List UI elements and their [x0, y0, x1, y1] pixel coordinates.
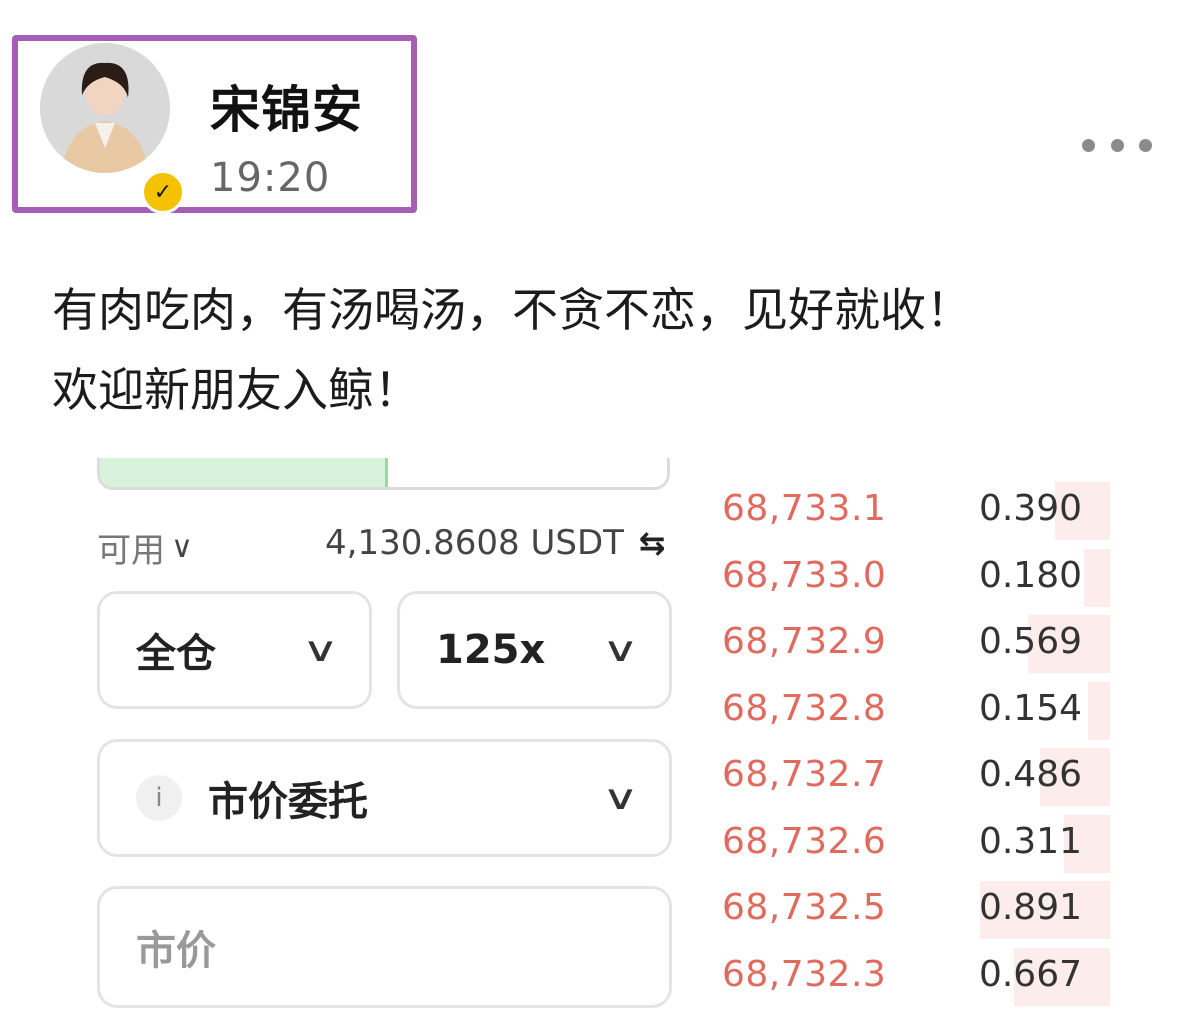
ask-price: 68,732.6 — [722, 820, 887, 862]
order-book-row: 68,732.7 0.486 — [700, 744, 1110, 810]
transfer-icon: ⇆ — [638, 524, 666, 562]
ask-quantity: 0.154 — [978, 687, 1082, 729]
ask-quantity: 0.390 — [978, 488, 1082, 529]
verified-badge-icon: ✓ — [141, 170, 185, 214]
post-body: 有肉吃肉，有汤喝汤，不贪不恋，见好就收！ 欢迎新朋友入鲸！ — [52, 270, 1162, 430]
order-book-row: 68,733.1 0.390 — [700, 478, 1110, 544]
trade-screenshot[interactable]: 可用 ∨ 4,130.8608 USDT ⇆ 全仓 ∨ 125x ∨ i 市价委… — [0, 458, 1200, 1018]
ask-price: 68,732.7 — [722, 754, 887, 795]
post-time: 19:20 — [210, 155, 331, 201]
ask-price: 68,732.5 — [722, 887, 887, 928]
ask-quantity: 0.180 — [978, 554, 1082, 596]
avatar-image — [40, 43, 170, 173]
ask-price: 68,732.3 — [722, 953, 887, 995]
depth-bar — [1088, 681, 1110, 740]
order-type-select: i 市价委托 ∨ — [97, 739, 672, 857]
chevron-down-icon: ∨ — [301, 630, 340, 670]
order-book-row: 68,732.6 0.311 — [700, 811, 1110, 877]
margin-mode-select: 全仓 ∨ — [97, 591, 372, 709]
post-text-line: 有肉吃肉，有汤喝汤，不贪不恋，见好就收！ — [52, 283, 972, 337]
order-book-row: 68,732.8 0.154 — [700, 678, 1110, 744]
ask-quantity: 0.667 — [978, 953, 1082, 995]
ask-quantity: 0.486 — [978, 754, 1082, 795]
buy-tab — [100, 458, 388, 487]
post-text-line: 欢迎新朋友入鲸！ — [52, 363, 420, 417]
available-label: 可用 ∨ — [97, 530, 193, 571]
more-options-button[interactable] — [1082, 125, 1152, 165]
order-book-row: 68,732.9 0.569 — [700, 611, 1110, 677]
chevron-down-icon: ∨ — [601, 778, 640, 818]
price-input: 市价 — [97, 886, 672, 1008]
ask-quantity: 0.311 — [978, 820, 1082, 862]
author-name[interactable]: 宋锦安 — [210, 80, 363, 140]
ask-price: 68,732.9 — [722, 621, 887, 662]
chevron-down-icon: ∨ — [171, 530, 193, 565]
available-balance: 4,130.8608 USDT ⇆ — [325, 523, 666, 563]
chevron-down-icon: ∨ — [601, 630, 640, 670]
ask-price: 68,732.8 — [722, 687, 887, 729]
leverage-select: 125x ∨ — [397, 591, 672, 709]
ask-quantity: 0.891 — [978, 887, 1082, 928]
more-horizontal-icon — [1082, 138, 1095, 152]
buy-sell-toggle — [97, 458, 670, 490]
avatar[interactable] — [40, 43, 170, 173]
order-book-row: 68,732.3 0.667 — [700, 944, 1110, 1010]
ask-quantity: 0.569 — [978, 621, 1082, 662]
info-icon: i — [136, 775, 182, 821]
order-book-row: 68,732.5 0.891 — [700, 877, 1110, 943]
ask-price: 68,733.0 — [722, 554, 887, 596]
ask-price: 68,733.1 — [722, 488, 887, 529]
order-book-row: 68,733.0 0.180 — [700, 545, 1110, 611]
depth-bar — [1084, 548, 1110, 607]
